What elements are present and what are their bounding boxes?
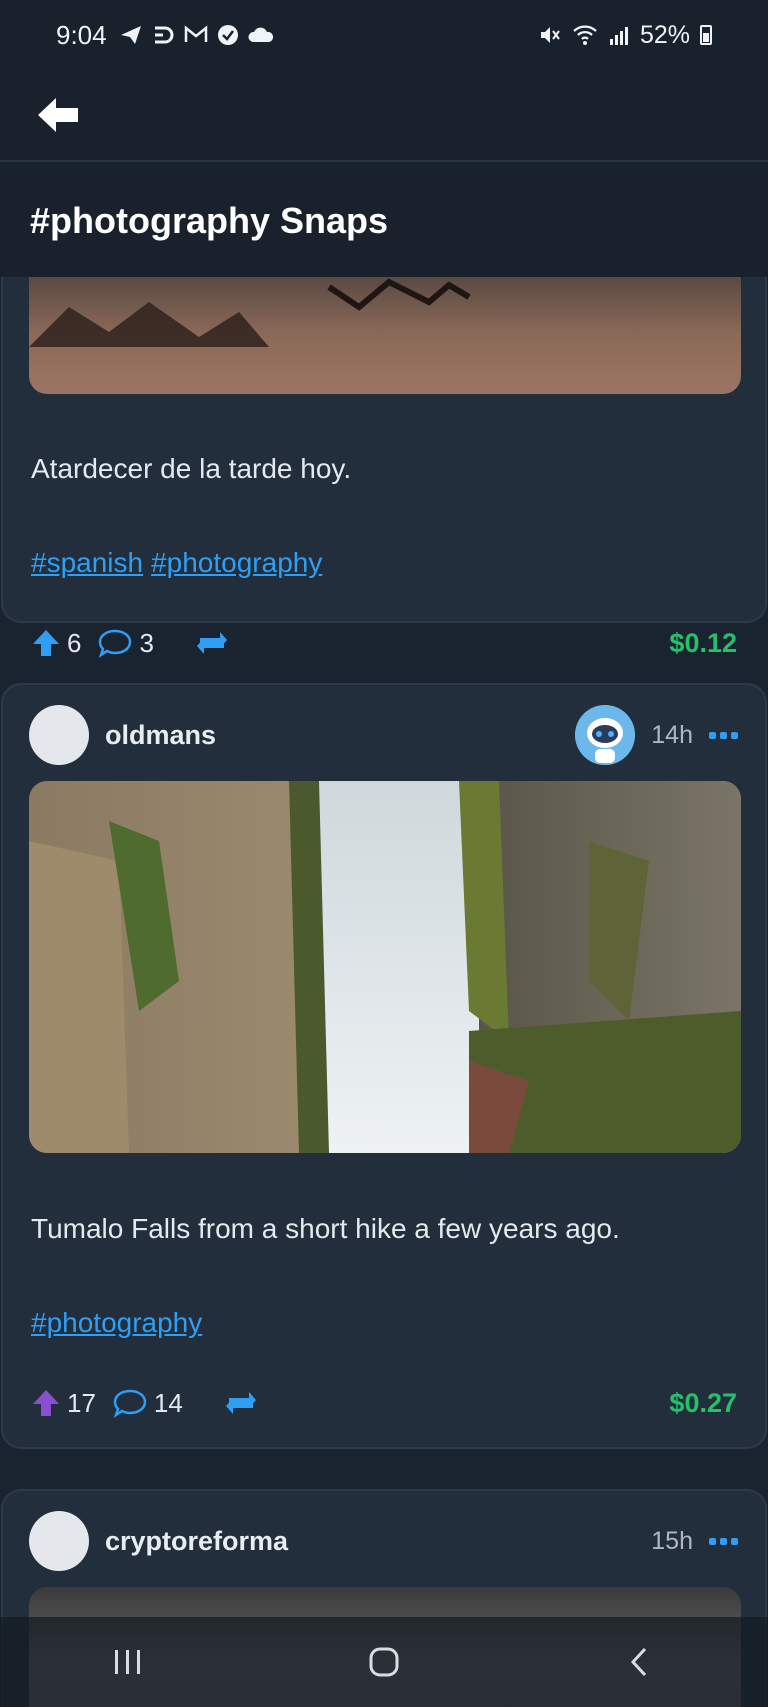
home-button[interactable]	[354, 1632, 414, 1692]
comment-count: 14	[153, 1387, 183, 1418]
wifi-icon	[573, 25, 597, 45]
send-icon	[120, 26, 141, 44]
top-app-bar	[0, 70, 768, 162]
reblog-icon[interactable]	[194, 628, 230, 658]
app-icon	[154, 26, 174, 44]
signal-icon	[609, 27, 628, 45]
page-title: #photography Snaps	[30, 200, 389, 241]
post-card[interactable]: Atardecer de la tarde hoy. #spanish #pho…	[1, 277, 767, 658]
post-meta: 15h	[651, 1527, 739, 1556]
post-image[interactable]	[29, 781, 741, 1153]
comment-icon[interactable]	[112, 1388, 148, 1418]
system-status: 52%	[538, 21, 712, 50]
tag-link[interactable]: #spanish	[31, 547, 143, 579]
post-meta: 14h	[575, 705, 739, 765]
author-name[interactable]: cryptoreforma	[105, 1526, 288, 1557]
comment-icon[interactable]	[97, 628, 133, 658]
battery-percent: 52%	[639, 20, 690, 49]
upvote-icon[interactable]	[31, 1388, 61, 1418]
avatar[interactable]	[29, 1511, 89, 1571]
status-bar: 9:04 52%	[0, 0, 768, 70]
post-text: Tumalo Falls from a short hike a few yea…	[31, 1213, 620, 1244]
more-options-icon[interactable]	[709, 730, 739, 740]
post-header: cryptoreforma 15h	[29, 1511, 739, 1571]
post-actions: 6 3 $0.12	[31, 623, 737, 663]
post-tags: #photography	[31, 1307, 202, 1339]
back-button[interactable]	[34, 90, 84, 140]
post-actions: 17 14 $0.27	[31, 1383, 737, 1423]
upvote-count: 17	[67, 1387, 96, 1418]
system-back-button[interactable]	[610, 1632, 670, 1692]
recent-apps-button[interactable]	[98, 1632, 158, 1692]
notification-icons	[119, 24, 275, 46]
more-options-icon[interactable]	[709, 1536, 739, 1546]
system-nav-bar	[0, 1617, 768, 1707]
comment-count: 3	[139, 627, 154, 658]
post-time: 15h	[651, 1526, 693, 1555]
post-header: oldmans 14h	[29, 705, 739, 765]
robot-icon	[575, 705, 636, 765]
post-card[interactable]: oldmans 14h Tumalo Falls from a short hi…	[1, 683, 767, 1449]
chevron-left-icon	[630, 1647, 647, 1677]
tag-link[interactable]: #photography	[151, 547, 322, 579]
cloud-icon	[248, 27, 273, 42]
mail-icon	[184, 25, 207, 42]
bot-avatar[interactable]	[575, 705, 636, 765]
recent-apps-icon	[115, 1650, 140, 1674]
tag-link[interactable]: #photography	[31, 1307, 202, 1339]
payout-value: $0.12	[669, 627, 737, 658]
tree-silhouette	[29, 278, 471, 347]
check-circle-icon	[217, 25, 238, 45]
upvote-icon[interactable]	[31, 628, 61, 658]
post-tags: #spanish #photography	[31, 547, 322, 579]
author-name[interactable]: oldmans	[105, 720, 216, 751]
avatar[interactable]	[29, 705, 89, 765]
post-time: 14h	[651, 720, 693, 749]
post-image[interactable]	[29, 277, 741, 394]
mute-icon	[540, 27, 560, 43]
feed[interactable]: Atardecer de la tarde hoy. #spanish #pho…	[0, 277, 768, 1707]
reblog-icon[interactable]	[223, 1388, 259, 1418]
post-text: Atardecer de la tarde hoy.	[31, 453, 352, 484]
upvote-count: 6	[67, 627, 82, 658]
status-time: 9:04	[56, 19, 107, 50]
waterfall-image	[29, 781, 741, 1153]
home-icon	[369, 1647, 399, 1677]
payout-value: $0.27	[669, 1387, 737, 1418]
page-header: #photography Snaps	[0, 162, 768, 277]
battery-icon	[700, 25, 712, 45]
arrow-left-icon	[38, 98, 78, 132]
